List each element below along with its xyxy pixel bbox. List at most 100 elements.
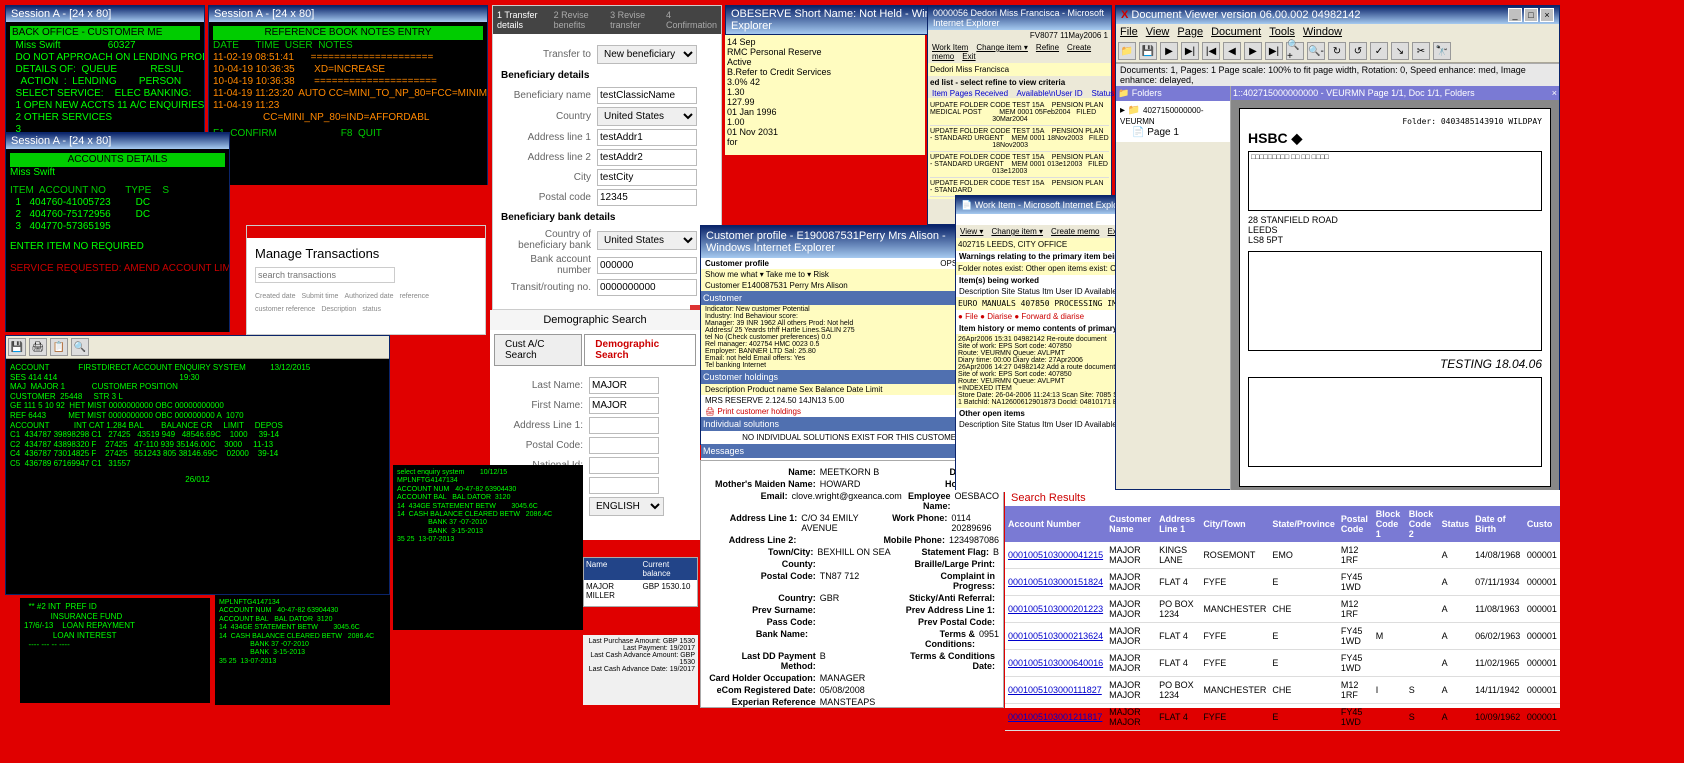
print-icon[interactable]: 🖨 <box>29 338 47 356</box>
tab-cust[interactable]: Cust A/C Search <box>494 334 582 366</box>
next-icon[interactable]: ▶ <box>1244 42 1262 60</box>
doc-viewer-window: X Document Viewer version 06.00.002 0498… <box>1115 5 1560 490</box>
zoom-out-icon[interactable]: 🔍- <box>1307 42 1325 60</box>
filter: ed list - select refine to view criteria <box>928 76 1111 89</box>
lbl: Last Name: <box>498 380 583 391</box>
tree-page[interactable]: 📄 Page 1 <box>1132 127 1226 138</box>
zoom-in-icon[interactable]: 🔍+ <box>1286 42 1304 60</box>
open-icon[interactable]: 📁 <box>1118 42 1136 60</box>
lang-select[interactable]: ENGLISH <box>589 497 664 516</box>
pane-hdr: 1::402715000000000 - VEURMN Page 1/1, Do… <box>1233 88 1475 98</box>
results-table: Account NumberCustomer NameAddress Line … <box>1005 506 1560 731</box>
titlebar: 0000056 Dedori Miss Francisca - Microsof… <box>928 6 1111 30</box>
first-icon[interactable]: |◀ <box>1202 42 1220 60</box>
terminal-back-office: Session A - [24 x 80] BACK OFFICE - CUST… <box>5 5 205 150</box>
terminal-accounts: Session A - [24 x 80] ACCOUNTS DETAILS M… <box>5 132 230 332</box>
last-icon[interactable]: ▶| <box>1265 42 1283 60</box>
table-row[interactable]: 0001005103000213624MAJOR MAJORFLAT 4FYFE… <box>1005 623 1560 650</box>
step1: 1 Transfer details <box>497 10 548 30</box>
enter: ENTER ITEM NO REQUIRED <box>10 241 225 253</box>
prev-icon[interactable]: ◀ <box>1223 42 1241 60</box>
name: Miss Swift <box>10 167 225 179</box>
save-icon[interactable]: 💾 <box>1139 42 1157 60</box>
terminal-body: BACK OFFICE - CUSTOMER ME Miss Swift 603… <box>6 22 204 150</box>
inp-ben[interactable] <box>597 87 697 104</box>
testing: TESTING 18.04.06 <box>1248 357 1542 371</box>
h2: SES 414 414 19:30 <box>10 373 385 383</box>
terminal-ref-notes: Session A - [24 x 80] REFERENCE BOOK NOT… <box>208 5 488 185</box>
save-icon[interactable]: 💾 <box>8 338 26 356</box>
sel-transfer[interactable]: New beneficiary <box>597 45 697 64</box>
doc-image[interactable]: Folder: 0403485143910 WILDPAY HSBC ◆ □□□… <box>1239 108 1551 487</box>
search-input[interactable] <box>255 267 395 283</box>
rotate-ccw-icon[interactable]: ↺ <box>1349 42 1367 60</box>
table-row[interactable]: 0001005103000201223MAJOR MAJORPO BOX 123… <box>1005 596 1560 623</box>
lbl: Country <box>501 111 591 122</box>
lc1: Last Cash Advance Amount: GBP 1530 <box>586 652 695 666</box>
inp-post[interactable] <box>597 189 697 206</box>
sec-ben: Beneficiary details <box>501 70 713 81</box>
act-file[interactable]: File <box>965 312 978 321</box>
form: Transfer to New beneficiary Beneficiary d… <box>493 34 721 307</box>
lbl: City <box>501 172 591 183</box>
play-icon[interactable]: ▶ <box>1160 42 1178 60</box>
postal-input[interactable] <box>589 437 659 454</box>
binoculars-icon[interactable]: 🔭 <box>1433 42 1451 60</box>
lbl-transfer-to: Transfer to <box>501 49 591 60</box>
inp-transit[interactable] <box>597 279 697 296</box>
titlebar: Session A - [24 x 80] <box>6 133 229 149</box>
transfer-panel: 1 Transfer details 2 Revise benefits 3 R… <box>492 5 722 310</box>
step-icon[interactable]: ▶| <box>1181 42 1199 60</box>
title: Session A - [24 x 80] <box>11 8 111 20</box>
act-diarise[interactable]: Diarise <box>987 312 1012 321</box>
table-row[interactable]: 0001005103000151824MAJOR MAJORFLAT 4FYFE… <box>1005 569 1560 596</box>
lbl: Beneficiary name <box>501 90 591 101</box>
tree-root[interactable]: Folders <box>1132 88 1162 98</box>
close-pane-icon[interactable]: × <box>1552 88 1557 98</box>
results-panel: Search Results Account NumberCustomer Na… <box>1005 490 1560 708</box>
copy-icon[interactable]: 📋 <box>50 338 68 356</box>
table-row[interactable]: 0001005103000640016MAJOR MAJORFLAT 4FYFE… <box>1005 650 1560 677</box>
check-icon[interactable]: ✓ <box>1370 42 1388 60</box>
hdr: Customer profile <box>705 259 769 268</box>
first-input[interactable] <box>589 397 659 414</box>
doc-bank: HSBC ◆ <box>1248 130 1542 147</box>
step2: 2 Revise benefits <box>554 10 605 30</box>
close-icon[interactable]: × <box>1540 8 1554 22</box>
search-icon[interactable]: 🔍 <box>71 338 89 356</box>
inp-city[interactable] <box>597 169 697 186</box>
h: select enquiry system 10/12/15 <box>397 469 579 477</box>
natid-input[interactable] <box>589 457 659 474</box>
cut-icon[interactable]: ✂ <box>1412 42 1430 60</box>
arrow-icon[interactable]: ↘ <box>1391 42 1409 60</box>
last-input[interactable] <box>589 377 659 394</box>
list-panel: Name Current balance MAJOR MILLER GBP 15… <box>583 557 698 607</box>
min-icon[interactable]: _ <box>1508 8 1522 22</box>
inp-a2[interactable] <box>597 149 697 166</box>
tab-demo[interactable]: Demographic Search <box>584 334 696 366</box>
table-row[interactable]: 0001005103000111827MAJOR MAJORPO BOX 123… <box>1005 677 1560 704</box>
inp-country[interactable]: United States <box>597 107 697 126</box>
table-row[interactable]: 0001005103001211817MAJOR MAJORFLAT 4FYFE… <box>1005 704 1560 731</box>
country-input[interactable] <box>589 477 659 494</box>
service: SERVICE REQUESTED: AMEND ACCOUNT LIMITS <box>10 263 225 275</box>
table-row[interactable]: 0001005103000041215MAJOR MAJORKINGS LANE… <box>1005 542 1560 569</box>
c1: Name <box>584 558 641 580</box>
red-stripe <box>247 226 485 238</box>
addr-input[interactable] <box>589 417 659 434</box>
row[interactable]: MAJOR MILLER GBP 1530.10 <box>584 580 697 602</box>
inp-bacct[interactable] <box>597 257 697 274</box>
detail-form: Name:MEETKORN BDate of BirMother's Maide… <box>700 460 1004 708</box>
rotate-icon[interactable]: ↻ <box>1328 42 1346 60</box>
doc-folder: Folder: 0403485143910 WILDPAY <box>1248 117 1542 126</box>
inp-a1[interactable] <box>597 129 697 146</box>
menu[interactable]: Work ItemChange item ▾RefineCreate memoE… <box>928 41 1111 63</box>
max-icon[interactable]: □ <box>1524 8 1538 22</box>
tree-item[interactable]: ▸ 📁 4027150000000- VEURMN <box>1120 105 1226 127</box>
sel-bcountry[interactable]: United States <box>597 231 697 250</box>
act-forward[interactable]: Forward & diarise <box>1021 312 1084 321</box>
term-header: REFERENCE BOOK NOTES ENTRY <box>213 26 483 40</box>
v1: MAJOR MILLER <box>584 580 641 602</box>
tbody: 0001005103000041215MAJOR MAJORKINGS LANE… <box>1005 542 1560 731</box>
menu[interactable]: FileViewPageDocumentToolsWindow <box>1116 24 1559 40</box>
